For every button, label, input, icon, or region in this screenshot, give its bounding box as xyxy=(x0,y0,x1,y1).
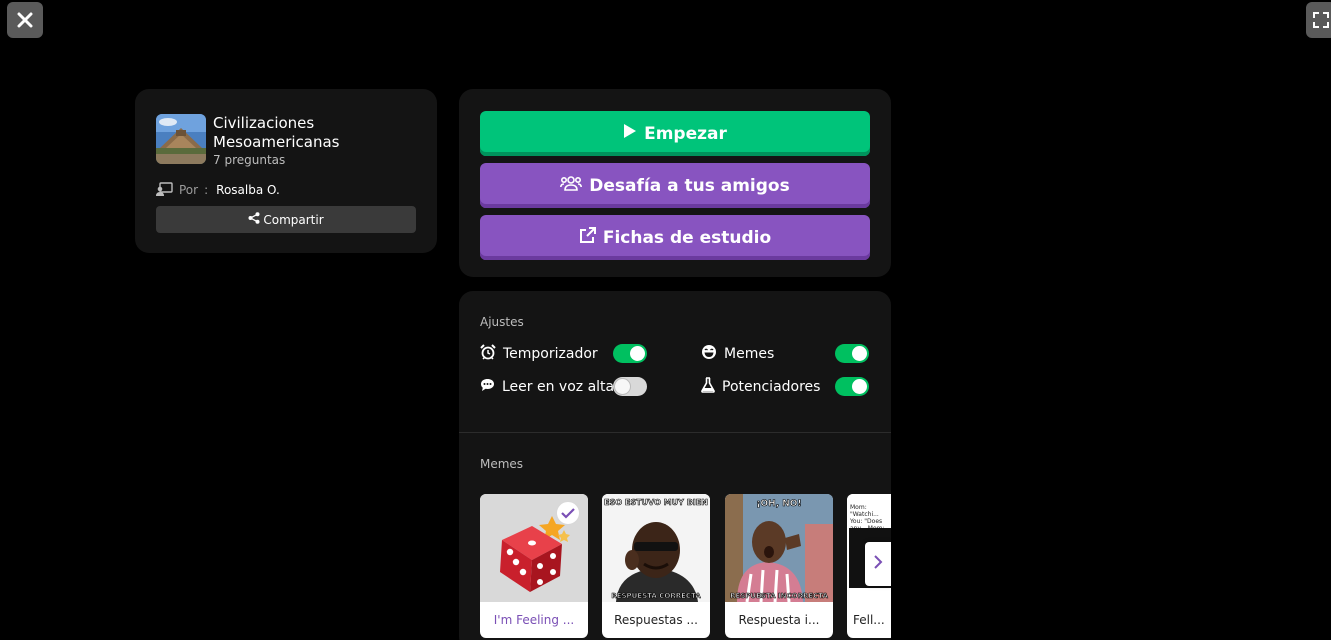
actions-card: Empezar Desafía a tus amigos Fichas de e… xyxy=(459,89,891,277)
quiz-info-card: Civilizaciones Mesoamericanas 7 pregunta… xyxy=(135,89,437,253)
memes-title: Memes xyxy=(480,457,524,471)
meme-caption: Respuestas ... xyxy=(614,613,698,627)
play-icon xyxy=(623,123,637,144)
author-row: Por : Rosalba O. xyxy=(156,181,416,199)
flashcards-label: Fichas de estudio xyxy=(602,227,772,248)
meme-image-correct: ESO ESTUVO MUY BIEN RESPUESTA CORRECTA xyxy=(602,494,710,602)
quiz-header: Civilizaciones Mesoamericanas 7 pregunta… xyxy=(156,114,416,167)
powerups-toggle[interactable] xyxy=(835,377,869,396)
meme-image-dice xyxy=(480,494,588,602)
fullscreen-button[interactable] xyxy=(1306,2,1331,38)
share-label: Compartir xyxy=(263,212,324,227)
meme-card[interactable]: ¡OH, NO! RESPUESTA INCORRECTA Respuesta … xyxy=(725,494,833,638)
setting-timer-label: Temporizador xyxy=(503,346,598,362)
close-button[interactable] xyxy=(7,2,43,38)
start-label: Empezar xyxy=(644,123,727,144)
laughing-face-icon xyxy=(701,344,717,364)
share-icon xyxy=(248,212,260,227)
external-link-icon xyxy=(579,226,596,249)
author-name: Rosalba O. xyxy=(216,183,280,197)
memes-toggle[interactable] xyxy=(835,344,869,363)
meme-caption: Respuesta i... xyxy=(738,613,820,627)
setting-read-aloud: Leer en voz alta xyxy=(480,377,614,397)
fullscreen-icon xyxy=(1313,12,1329,28)
setting-read-aloud-label: Leer en voz alta xyxy=(502,379,615,395)
users-group-icon xyxy=(560,175,583,196)
setting-powerups-label: Potenciadores xyxy=(722,379,821,395)
setting-timer: Temporizador xyxy=(480,344,598,364)
setting-memes-label: Memes xyxy=(724,346,775,362)
chevron-right-icon xyxy=(873,554,883,574)
author-separator: : xyxy=(204,183,209,197)
meme-top-text: ESO ESTUVO MUY BIEN xyxy=(604,498,708,507)
teacher-icon xyxy=(156,181,173,199)
settings-title: Ajustes xyxy=(480,315,524,329)
setting-powerups: Potenciadores xyxy=(701,377,820,397)
timer-toggle[interactable] xyxy=(613,344,647,363)
question-count: 7 preguntas xyxy=(213,153,286,167)
meme-top-text: ¡OH, NO! xyxy=(756,499,801,509)
read-aloud-toggle[interactable] xyxy=(613,377,647,396)
selected-check-icon xyxy=(556,501,580,525)
meme-caption: I'm Feeling ... xyxy=(493,613,575,627)
speech-bubble-icon xyxy=(480,378,495,396)
meme-text: Mom: "Watchi... You: "Does any... Mom: xyxy=(850,504,885,528)
flashcards-button[interactable]: Fichas de estudio xyxy=(480,215,870,260)
share-button[interactable]: Compartir xyxy=(156,206,416,233)
settings-divider xyxy=(459,432,891,433)
alarm-clock-icon xyxy=(480,344,496,364)
memes-next-button[interactable] xyxy=(865,542,891,586)
author-prefix: Por xyxy=(179,183,199,197)
meme-bottom-text: RESPUESTA CORRECTA xyxy=(611,592,701,600)
flask-icon xyxy=(701,377,715,397)
settings-card: Ajustes Temporizador Memes Leer en voz a… xyxy=(459,291,891,640)
challenge-friends-button[interactable]: Desafía a tus amigos xyxy=(480,163,870,208)
meme-bottom-text: RESPUESTA INCORRECTA xyxy=(730,592,828,600)
meme-card[interactable]: ESO ESTUVO MUY BIEN RESPUESTA CORRECTA R… xyxy=(602,494,710,638)
quiz-thumbnail xyxy=(156,114,206,164)
meme-image-incorrect: ¡OH, NO! RESPUESTA INCORRECTA xyxy=(725,494,833,602)
meme-caption: Fell... xyxy=(853,613,885,627)
quiz-title: Civilizaciones Mesoamericanas xyxy=(213,114,340,151)
start-button[interactable]: Empezar xyxy=(480,111,870,156)
close-icon xyxy=(17,12,33,28)
setting-memes: Memes xyxy=(701,344,774,364)
meme-card[interactable]: I'm Feeling ... xyxy=(480,494,588,638)
challenge-label: Desafía a tus amigos xyxy=(589,175,790,196)
